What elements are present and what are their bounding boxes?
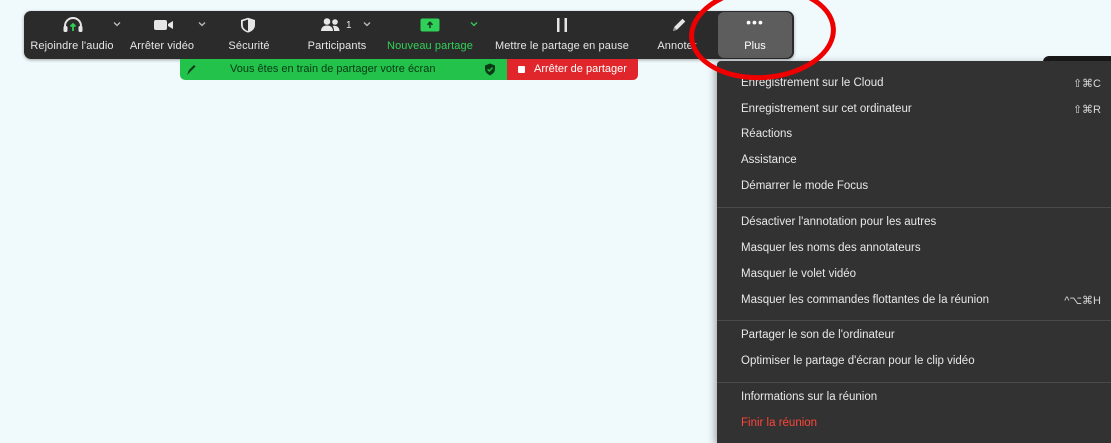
grip-handle-icon[interactable]: [185, 63, 197, 76]
video-camera-icon: [154, 20, 173, 30]
pause-icon: [557, 18, 567, 32]
menu-item-label: Démarrer le mode Focus: [741, 180, 869, 192]
menu-item-assistance[interactable]: Assistance: [717, 150, 1111, 172]
pencil-icon: [673, 18, 686, 31]
pause-share-label: Mettre le partage en pause: [494, 40, 630, 52]
menu-item-hide-annotator-names[interactable]: Masquer les noms des annotateurs: [717, 238, 1111, 260]
menu-item-hide-video-panel[interactable]: Masquer le volet vidéo: [717, 264, 1111, 286]
menu-item-label: Finir la réunion: [741, 417, 818, 429]
security-label: Sécurité: [228, 40, 270, 52]
share-screen-icon: [420, 18, 440, 32]
more-label: Plus: [744, 40, 766, 52]
menu-item-disable-annotation[interactable]: Désactiver l'annotation pour les autres: [717, 212, 1111, 234]
menu-item-label: Informations sur la réunion: [741, 391, 878, 403]
more-button[interactable]: ••• Plus: [718, 12, 792, 58]
menu-separator: [717, 207, 1111, 208]
stop-sharing-label: Arrêter de partager: [534, 63, 627, 75]
menu-item-label: Enregistrement sur cet ordinateur: [741, 103, 912, 115]
annotate-button[interactable]: Annoter: [646, 11, 708, 59]
menu-item-shortcut: ⇧⌘R: [1072, 104, 1101, 116]
menu-item-optimize-video-clip[interactable]: Optimiser le partage d'écran pour le cli…: [717, 351, 1111, 373]
participants-label: Participants: [307, 40, 367, 52]
join-audio-button[interactable]: Rejoindre l'audio: [24, 11, 120, 59]
menu-item-label: Désactiver l'annotation pour les autres: [741, 216, 937, 228]
security-button[interactable]: Sécurité: [214, 11, 284, 59]
menu-item-meeting-info[interactable]: Informations sur la réunion: [717, 387, 1111, 409]
menu-item-shortcut: ⇧⌘C: [1072, 78, 1101, 90]
menu-item-label: Assistance: [741, 154, 797, 166]
menu-separator: [717, 382, 1111, 383]
stop-square-icon: [518, 66, 525, 73]
menu-item-label: Réactions: [741, 128, 793, 140]
menu-item-label: Optimiser le partage d'écran pour le cli…: [741, 355, 975, 367]
meeting-toolbar: Rejoindre l'audio Arrêter vidéo Sécurité…: [24, 11, 794, 59]
menu-item-hide-floating-controls[interactable]: Masquer les commandes flottantes de la r…: [717, 290, 1111, 312]
participants-options-chevron-icon[interactable]: [362, 19, 372, 29]
menu-item-focus-mode[interactable]: Démarrer le mode Focus: [717, 176, 1111, 198]
menu-item-cloud-recording[interactable]: Enregistrement sur le Cloud ⇧⌘C: [717, 73, 1111, 95]
menu-separator: [717, 320, 1111, 321]
shield-icon: [241, 17, 255, 33]
participants-icon: [321, 18, 340, 31]
menu-item-label: Masquer les commandes flottantes de la r…: [741, 294, 990, 306]
sharing-status-bar[interactable]: Vous êtes en train de partager votre écr…: [180, 59, 507, 80]
menu-item-label: Partager le son de l'ordinateur: [741, 329, 895, 341]
menu-item-end-meeting[interactable]: Finir la réunion: [717, 413, 1111, 435]
new-share-label: Nouveau partage: [387, 40, 473, 52]
more-options-menu: Enregistrement sur le Cloud ⇧⌘C Enregist…: [717, 61, 1111, 443]
shield-check-icon: [485, 63, 495, 76]
headphones-icon: [63, 17, 83, 32]
share-options-chevron-icon[interactable]: [469, 19, 479, 29]
new-share-button[interactable]: Nouveau partage: [380, 11, 480, 59]
more-dots-icon: •••: [746, 14, 764, 30]
video-options-chevron-icon[interactable]: [197, 19, 207, 29]
join-audio-label: Rejoindre l'audio: [30, 40, 114, 52]
menu-item-share-computer-sound[interactable]: Partager le son de l'ordinateur: [717, 325, 1111, 347]
annotate-label: Annoter: [657, 40, 697, 52]
stop-video-button[interactable]: Arrêter vidéo: [120, 11, 204, 59]
menu-item-label: Masquer les noms des annotateurs: [741, 242, 921, 254]
menu-item-shortcut: ^⌥⌘H: [1064, 295, 1101, 307]
sharing-status-message: Vous êtes en train de partager votre écr…: [230, 63, 436, 75]
pause-share-button[interactable]: Mettre le partage en pause: [486, 11, 638, 59]
menu-item-label: Enregistrement sur le Cloud: [741, 77, 884, 89]
menu-item-label: Masquer le volet vidéo: [741, 268, 857, 280]
stop-video-label: Arrêter vidéo: [129, 40, 195, 52]
sharing-banner: Vous êtes en train de partager votre écr…: [180, 59, 638, 80]
participants-count: 1: [346, 20, 352, 31]
menu-item-reactions[interactable]: Réactions: [717, 124, 1111, 146]
stop-sharing-button[interactable]: Arrêter de partager: [507, 59, 638, 80]
menu-item-local-recording[interactable]: Enregistrement sur cet ordinateur ⇧⌘R: [717, 99, 1111, 121]
